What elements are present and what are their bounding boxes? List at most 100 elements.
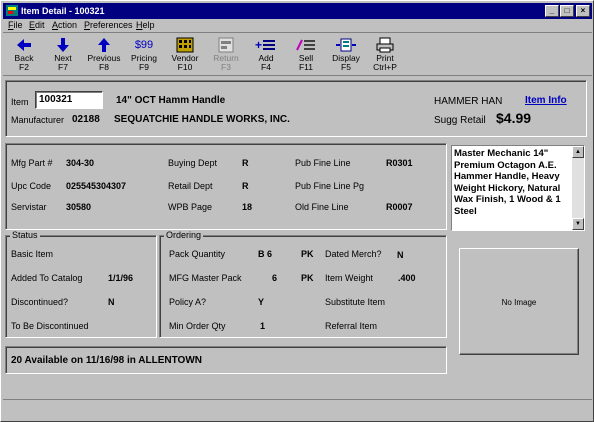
vendor-button[interactable]: Vendor F10 xyxy=(165,36,205,76)
sell-button[interactable]: Sell F11 xyxy=(286,36,326,76)
servistar-value: 30580 xyxy=(66,202,92,212)
added-to-catalog-value: 1/1/96 xyxy=(108,273,134,283)
display-button[interactable]: Display F5 xyxy=(326,36,366,76)
discontinued-value: N xyxy=(108,297,115,307)
dated-merch-label: Dated Merch? xyxy=(325,249,382,259)
old-fine-line-value: R0007 xyxy=(386,202,413,212)
arrow-left-icon xyxy=(17,39,31,51)
menu-help[interactable]: Help xyxy=(136,19,155,31)
added-to-catalog-label: Added To Catalog xyxy=(11,273,83,283)
add-icon: + xyxy=(255,38,275,52)
scroll-up-icon[interactable]: ▲ xyxy=(572,146,584,158)
item-weight-value: .400 xyxy=(398,273,416,283)
menu-bar: File Edit Action Preferences Help xyxy=(3,19,592,31)
sugg-retail-value: $4.99 xyxy=(496,110,532,126)
menu-file[interactable]: File xyxy=(8,19,23,31)
item-image[interactable]: No Image xyxy=(459,248,579,355)
wpb-page-label: WPB Page xyxy=(168,202,213,212)
status-legend: Status xyxy=(10,230,40,240)
menu-edit[interactable]: Edit xyxy=(29,19,45,31)
min-order-qty-label: Min Order Qty xyxy=(169,321,226,331)
substitute-item-label: Substitute Item xyxy=(325,297,386,307)
return-button[interactable]: Return F3 xyxy=(206,36,246,76)
dated-merch-value: N xyxy=(397,250,404,260)
old-fine-line-label: Old Fine Line xyxy=(295,202,349,212)
sell-icon xyxy=(296,39,315,51)
upc-value: 025545304307 xyxy=(66,181,127,191)
mfg-part-label: Mfg Part # xyxy=(11,158,53,168)
scroll-down-icon[interactable]: ▼ xyxy=(572,218,584,230)
mfg-master-pack-unit: PK xyxy=(301,273,314,283)
item-weight-label: Item Weight xyxy=(325,273,373,283)
description-box[interactable]: Master Mechanic 14" Premium Octagon A.E.… xyxy=(451,145,585,231)
discontinued-label: Discontinued? xyxy=(11,297,69,307)
retail-dept-value: R xyxy=(242,181,249,191)
minimize-button[interactable]: _ xyxy=(545,5,559,17)
pack-quantity-label: Pack Quantity xyxy=(169,249,226,259)
status-group: Status Basic Item Added To Catalog 1/1/9… xyxy=(5,230,157,338)
description-scrollbar[interactable]: ▲ ▼ xyxy=(572,146,584,230)
title-bar[interactable]: Item Detail - 100321 _ □ × xyxy=(3,3,592,19)
pack-quantity-value: B 6 xyxy=(258,249,273,259)
mfg-part-value: 304-30 xyxy=(66,158,95,168)
next-button[interactable]: Next F7 xyxy=(43,36,83,76)
arrow-down-icon xyxy=(57,38,69,52)
policy-a-value: Y xyxy=(258,297,265,307)
referral-item-label: Referral Item xyxy=(325,321,378,331)
buying-dept-label: Buying Dept xyxy=(168,158,218,168)
display-icon xyxy=(336,38,356,52)
printer-icon xyxy=(376,37,394,53)
pack-quantity-unit: PK xyxy=(301,249,314,259)
print-button[interactable]: Print Ctrl+P xyxy=(365,36,405,76)
back-button[interactable]: Back F2 xyxy=(4,36,44,76)
availability-panel: 20 Available on 11/16/98 in ALLENTOWN xyxy=(5,346,447,374)
upc-label: Upc Code xyxy=(11,181,52,191)
item-name: 14" OCT Hamm Handle xyxy=(116,95,226,106)
toolbar: Back F2 Next F7 Previous F8 $99 Pricing F9 V… xyxy=(3,32,592,76)
add-button[interactable]: + Add F4 xyxy=(246,36,286,76)
details-panel: Mfg Part # 304-30 Upc Code 025545304307 … xyxy=(5,143,447,230)
item-label: Item xyxy=(11,97,29,107)
manufacturer-code: 02188 xyxy=(72,114,100,125)
status-bar xyxy=(3,399,592,421)
short-name: HAMMER HAN xyxy=(434,96,503,107)
no-image-text: No Image xyxy=(501,298,537,307)
maximize-button[interactable]: □ xyxy=(560,5,574,17)
globe-icon xyxy=(218,37,234,53)
svg-text:+: + xyxy=(255,38,262,52)
sugg-retail-label: Sugg Retail xyxy=(434,115,486,126)
servistar-label: Servistar xyxy=(11,202,47,212)
item-number-input[interactable]: 100321 xyxy=(35,91,103,109)
building-icon xyxy=(176,37,194,53)
mfg-master-pack-label: MFG Master Pack xyxy=(169,273,242,283)
manufacturer-name: SEQUATCHIE HANDLE WORKS, INC. xyxy=(114,114,290,125)
app-icon xyxy=(6,5,18,16)
item-description: Master Mechanic 14" Premium Octagon A.E.… xyxy=(454,148,561,217)
policy-a-label: Policy A? xyxy=(169,297,207,307)
to-be-discontinued-label: To Be Discontinued xyxy=(11,321,89,331)
availability-text: 20 Available on 11/16/98 in ALLENTOWN xyxy=(11,355,202,366)
min-order-qty-value: 1 xyxy=(260,321,266,331)
header-panel: Item 100321 14" OCT Hamm Handle Manufact… xyxy=(5,80,587,137)
item-detail-window: Item Detail - 100321 _ □ × File Edit Act… xyxy=(0,0,594,422)
pub-fine-line-pg-label: Pub Fine Line Pg xyxy=(295,181,365,191)
pricing-button[interactable]: $99 Pricing F9 xyxy=(124,36,164,76)
arrow-up-icon xyxy=(98,38,110,52)
ordering-legend: Ordering xyxy=(164,230,204,240)
item-info-link[interactable]: Item Info xyxy=(525,95,567,106)
dollar-icon: $99 xyxy=(134,39,154,51)
pub-fine-line-value: R0301 xyxy=(386,158,413,168)
window-title: Item Detail - 100321 xyxy=(21,6,105,16)
retail-dept-label: Retail Dept xyxy=(168,181,213,191)
manufacturer-label: Manufacturer xyxy=(11,115,65,125)
close-button[interactable]: × xyxy=(576,5,590,17)
menu-action[interactable]: Action xyxy=(52,19,77,31)
previous-button[interactable]: Previous F8 xyxy=(84,36,124,76)
basic-item-label: Basic Item xyxy=(11,249,54,259)
mfg-master-pack-value: 6 xyxy=(272,273,278,283)
ordering-group: Ordering Pack Quantity B 6 PK MFG Master… xyxy=(159,230,447,338)
menu-preferences[interactable]: Preferences xyxy=(84,19,133,31)
pub-fine-line-label: Pub Fine Line xyxy=(295,158,351,168)
wpb-page-value: 18 xyxy=(242,202,253,212)
buying-dept-value: R xyxy=(242,158,249,168)
